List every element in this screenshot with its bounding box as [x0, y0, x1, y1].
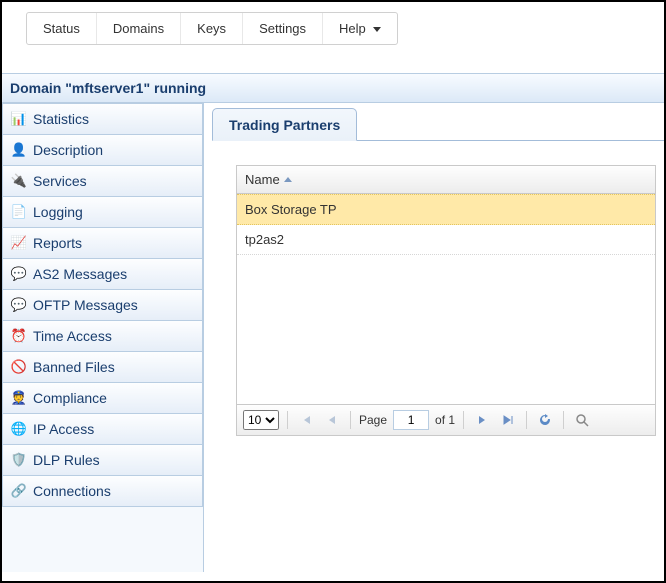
tab-trading-partners[interactable]: Trading Partners: [212, 108, 357, 141]
nav-help[interactable]: Help: [323, 13, 397, 44]
table-row[interactable]: Box Storage TP: [237, 194, 655, 225]
refresh-icon: [538, 413, 552, 427]
next-page-icon: [477, 414, 487, 426]
main-layout: 📊 Statistics 👤 Description 🔌 Services 📄 …: [2, 103, 664, 572]
description-icon: 👤: [11, 142, 27, 158]
sort-asc-icon: [284, 177, 292, 182]
nav-help-label: Help: [339, 21, 366, 36]
sidebar-item-label: Description: [33, 142, 103, 158]
next-page-button[interactable]: [472, 410, 492, 430]
sidebar-item-connections[interactable]: 🔗 Connections: [2, 476, 203, 507]
sidebar-item-label: DLP Rules: [33, 452, 100, 468]
prev-page-button[interactable]: [322, 410, 342, 430]
page-label: Page: [359, 413, 387, 427]
sidebar-item-label: Compliance: [33, 390, 107, 406]
page-size-select[interactable]: 10: [243, 410, 279, 430]
content-area: Trading Partners Name Box Storage TP tp2…: [204, 103, 664, 572]
divider: [526, 411, 527, 429]
refresh-button[interactable]: [535, 410, 555, 430]
sidebar-item-oftp-messages[interactable]: 💬 OFTP Messages: [2, 290, 203, 321]
sidebar-item-label: IP Access: [33, 421, 94, 437]
sidebar-item-label: AS2 Messages: [33, 266, 127, 282]
grid-header-name[interactable]: Name: [237, 166, 655, 194]
divider: [350, 411, 351, 429]
domain-status-bar: Domain "mftserver1" running: [2, 73, 664, 103]
sidebar-item-label: Statistics: [33, 111, 89, 127]
sidebar-item-label: Reports: [33, 235, 82, 251]
oftp-messages-icon: 💬: [11, 297, 27, 313]
sidebar-item-time-access[interactable]: ⏰ Time Access: [2, 321, 203, 352]
last-page-icon: [502, 414, 514, 426]
sidebar: 📊 Statistics 👤 Description 🔌 Services 📄 …: [2, 103, 204, 572]
grid-body: Box Storage TP tp2as2: [237, 194, 655, 404]
total-pages-label: of 1: [435, 413, 455, 427]
first-page-button[interactable]: [296, 410, 316, 430]
grid-header-label: Name: [245, 172, 280, 187]
divider: [563, 411, 564, 429]
dlp-rules-icon: 🛡️: [11, 452, 27, 468]
sidebar-item-banned-files[interactable]: 🚫 Banned Files: [2, 352, 203, 383]
trading-partners-grid: Name Box Storage TP tp2as2 10 Page: [236, 165, 656, 436]
top-nav: Status Domains Keys Settings Help: [26, 12, 398, 45]
sidebar-item-ip-access[interactable]: 🌐 IP Access: [2, 414, 203, 445]
logging-icon: 📄: [11, 204, 27, 220]
divider: [287, 411, 288, 429]
reports-icon: 📈: [11, 235, 27, 251]
statistics-icon: 📊: [11, 111, 27, 127]
page-number-input[interactable]: [393, 410, 429, 430]
pager: 10 Page of 1: [237, 404, 655, 435]
sidebar-item-reports[interactable]: 📈 Reports: [2, 228, 203, 259]
nav-domains[interactable]: Domains: [97, 13, 181, 44]
search-button[interactable]: [572, 410, 592, 430]
as2-messages-icon: 💬: [11, 266, 27, 282]
tab-strip: Trading Partners: [212, 107, 664, 141]
sidebar-item-description[interactable]: 👤 Description: [2, 135, 203, 166]
services-icon: 🔌: [11, 173, 27, 189]
nav-keys[interactable]: Keys: [181, 13, 243, 44]
divider: [463, 411, 464, 429]
time-access-icon: ⏰: [11, 328, 27, 344]
nav-settings[interactable]: Settings: [243, 13, 323, 44]
sidebar-item-label: Time Access: [33, 328, 112, 344]
chevron-down-icon: [373, 27, 381, 32]
prev-page-icon: [327, 414, 337, 426]
table-row[interactable]: tp2as2: [237, 225, 655, 255]
sidebar-item-dlp-rules[interactable]: 🛡️ DLP Rules: [2, 445, 203, 476]
sidebar-item-label: Logging: [33, 204, 83, 220]
sidebar-item-logging[interactable]: 📄 Logging: [2, 197, 203, 228]
sidebar-item-label: Connections: [33, 483, 111, 499]
sidebar-item-label: Services: [33, 173, 87, 189]
ip-access-icon: 🌐: [11, 421, 27, 437]
sidebar-item-label: OFTP Messages: [33, 297, 138, 313]
banned-files-icon: 🚫: [11, 359, 27, 375]
connections-icon: 🔗: [11, 483, 27, 499]
search-icon: [575, 413, 589, 427]
sidebar-item-as2-messages[interactable]: 💬 AS2 Messages: [2, 259, 203, 290]
sidebar-item-statistics[interactable]: 📊 Statistics: [2, 103, 203, 135]
sidebar-item-services[interactable]: 🔌 Services: [2, 166, 203, 197]
first-page-icon: [300, 414, 312, 426]
sidebar-item-compliance[interactable]: 👮 Compliance: [2, 383, 203, 414]
compliance-icon: 👮: [11, 390, 27, 406]
sidebar-item-label: Banned Files: [33, 359, 115, 375]
nav-status[interactable]: Status: [27, 13, 97, 44]
last-page-button[interactable]: [498, 410, 518, 430]
